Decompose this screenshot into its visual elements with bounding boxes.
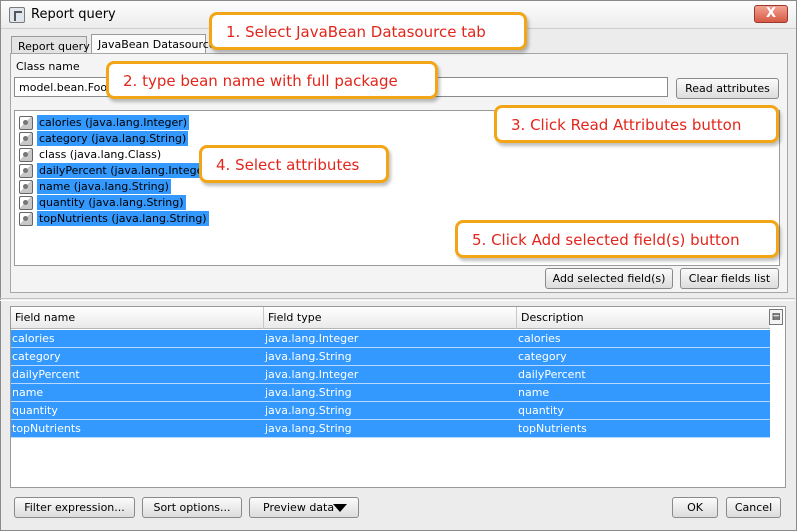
class-name-label: Class name: [16, 60, 80, 73]
attribute-label: class (java.lang.Class): [39, 148, 162, 161]
attribute-label: name (java.lang.String): [37, 179, 171, 194]
attribute-label: category (java.lang.String): [37, 131, 189, 146]
cell-field-type: java.lang.Integer: [265, 368, 359, 381]
attribute-label: topNutrients (java.lang.String): [37, 211, 209, 226]
column-header-description[interactable]: Description: [517, 307, 770, 329]
column-chooser-icon[interactable]: ▤: [769, 309, 783, 325]
callout-step-5: 5. Click Add selected field(s) button: [455, 220, 779, 258]
list-item[interactable]: category (java.lang.String): [19, 131, 189, 146]
cell-field-name: quantity: [12, 404, 58, 417]
filter-expression-button[interactable]: Filter expression...: [14, 497, 135, 518]
clear-fields-list-button[interactable]: Clear fields list: [680, 268, 779, 289]
list-item[interactable]: class (java.lang.Class): [19, 147, 163, 162]
cell-field-name: name: [12, 386, 44, 399]
preview-data-label: Preview data: [263, 501, 335, 514]
list-item[interactable]: topNutrients (java.lang.String): [19, 211, 209, 226]
bean-attribute-icon: [19, 211, 33, 226]
column-header-field-name[interactable]: Field name: [11, 307, 264, 329]
cell-field-type: java.lang.String: [265, 404, 352, 417]
attribute-label: quantity (java.lang.String): [37, 195, 186, 210]
list-item[interactable]: name (java.lang.String): [19, 179, 171, 194]
preview-data-button[interactable]: Preview data: [249, 497, 359, 518]
cell-field-type: java.lang.String: [265, 350, 352, 363]
fields-table: Field name Field type Description ▤ calo…: [10, 306, 786, 488]
window-title: Report query: [31, 7, 116, 22]
bean-attribute-icon: [19, 179, 33, 194]
sort-options-button[interactable]: Sort options...: [142, 497, 242, 518]
caret-down-icon: [333, 504, 347, 512]
cell-field-type: java.lang.Integer: [265, 332, 359, 345]
callout-step-2: 2. type bean name with full package: [106, 61, 438, 99]
list-item[interactable]: calories (java.lang.Integer): [19, 115, 190, 130]
bean-attribute-icon: [19, 115, 33, 130]
add-selected-fields-button[interactable]: Add selected field(s): [545, 268, 673, 289]
attribute-label: dailyPercent (java.lang.Integer): [37, 163, 215, 178]
tab-report-query[interactable]: Report query: [11, 36, 90, 54]
table-row[interactable]: category java.lang.String category: [11, 348, 770, 366]
callout-step-3: 3. Click Read Attributes button: [494, 105, 779, 143]
cancel-button[interactable]: Cancel: [726, 497, 781, 518]
cell-description: quantity: [518, 404, 564, 417]
cell-field-type: java.lang.String: [265, 422, 352, 435]
cell-field-name: category: [12, 350, 61, 363]
attribute-label: calories (java.lang.Integer): [37, 115, 190, 130]
cell-field-name: topNutrients: [12, 422, 81, 435]
bean-attribute-icon: [19, 131, 33, 146]
bean-attribute-icon: [19, 195, 33, 210]
read-attributes-button[interactable]: Read attributes: [676, 78, 779, 99]
callout-step-1: 1. Select JavaBean Datasource tab: [209, 12, 527, 50]
list-item[interactable]: dailyPercent (java.lang.Integer): [19, 163, 215, 178]
bean-attribute-icon: [19, 147, 33, 162]
cell-description: calories: [518, 332, 561, 345]
table-header: Field name Field type Description: [11, 307, 770, 329]
column-header-field-type[interactable]: Field type: [264, 307, 517, 329]
list-item[interactable]: quantity (java.lang.String): [19, 195, 186, 210]
cell-field-name: dailyPercent: [12, 368, 80, 381]
cell-field-type: java.lang.String: [265, 386, 352, 399]
close-button[interactable]: X: [754, 5, 788, 23]
cell-description: topNutrients: [518, 422, 587, 435]
table-row[interactable]: quantity java.lang.String quantity: [11, 402, 770, 420]
split-pane-divider[interactable]: [0, 298, 795, 301]
callout-step-4: 4. Select attributes: [199, 145, 389, 183]
cell-field-name: calories: [12, 332, 55, 345]
cell-description: name: [518, 386, 550, 399]
table-row[interactable]: calories java.lang.Integer calories: [11, 330, 770, 348]
tab-javabean-datasource[interactable]: JavaBean Datasource: [91, 34, 216, 55]
app-icon: [9, 7, 25, 23]
table-row[interactable]: topNutrients java.lang.String topNutrien…: [11, 420, 770, 438]
table-row[interactable]: dailyPercent java.lang.Integer dailyPerc…: [11, 366, 770, 384]
bean-attribute-icon: [19, 163, 33, 178]
ok-button[interactable]: OK: [672, 497, 718, 518]
cell-description: dailyPercent: [518, 368, 586, 381]
table-row[interactable]: name java.lang.String name: [11, 384, 770, 402]
cell-description: category: [518, 350, 567, 363]
